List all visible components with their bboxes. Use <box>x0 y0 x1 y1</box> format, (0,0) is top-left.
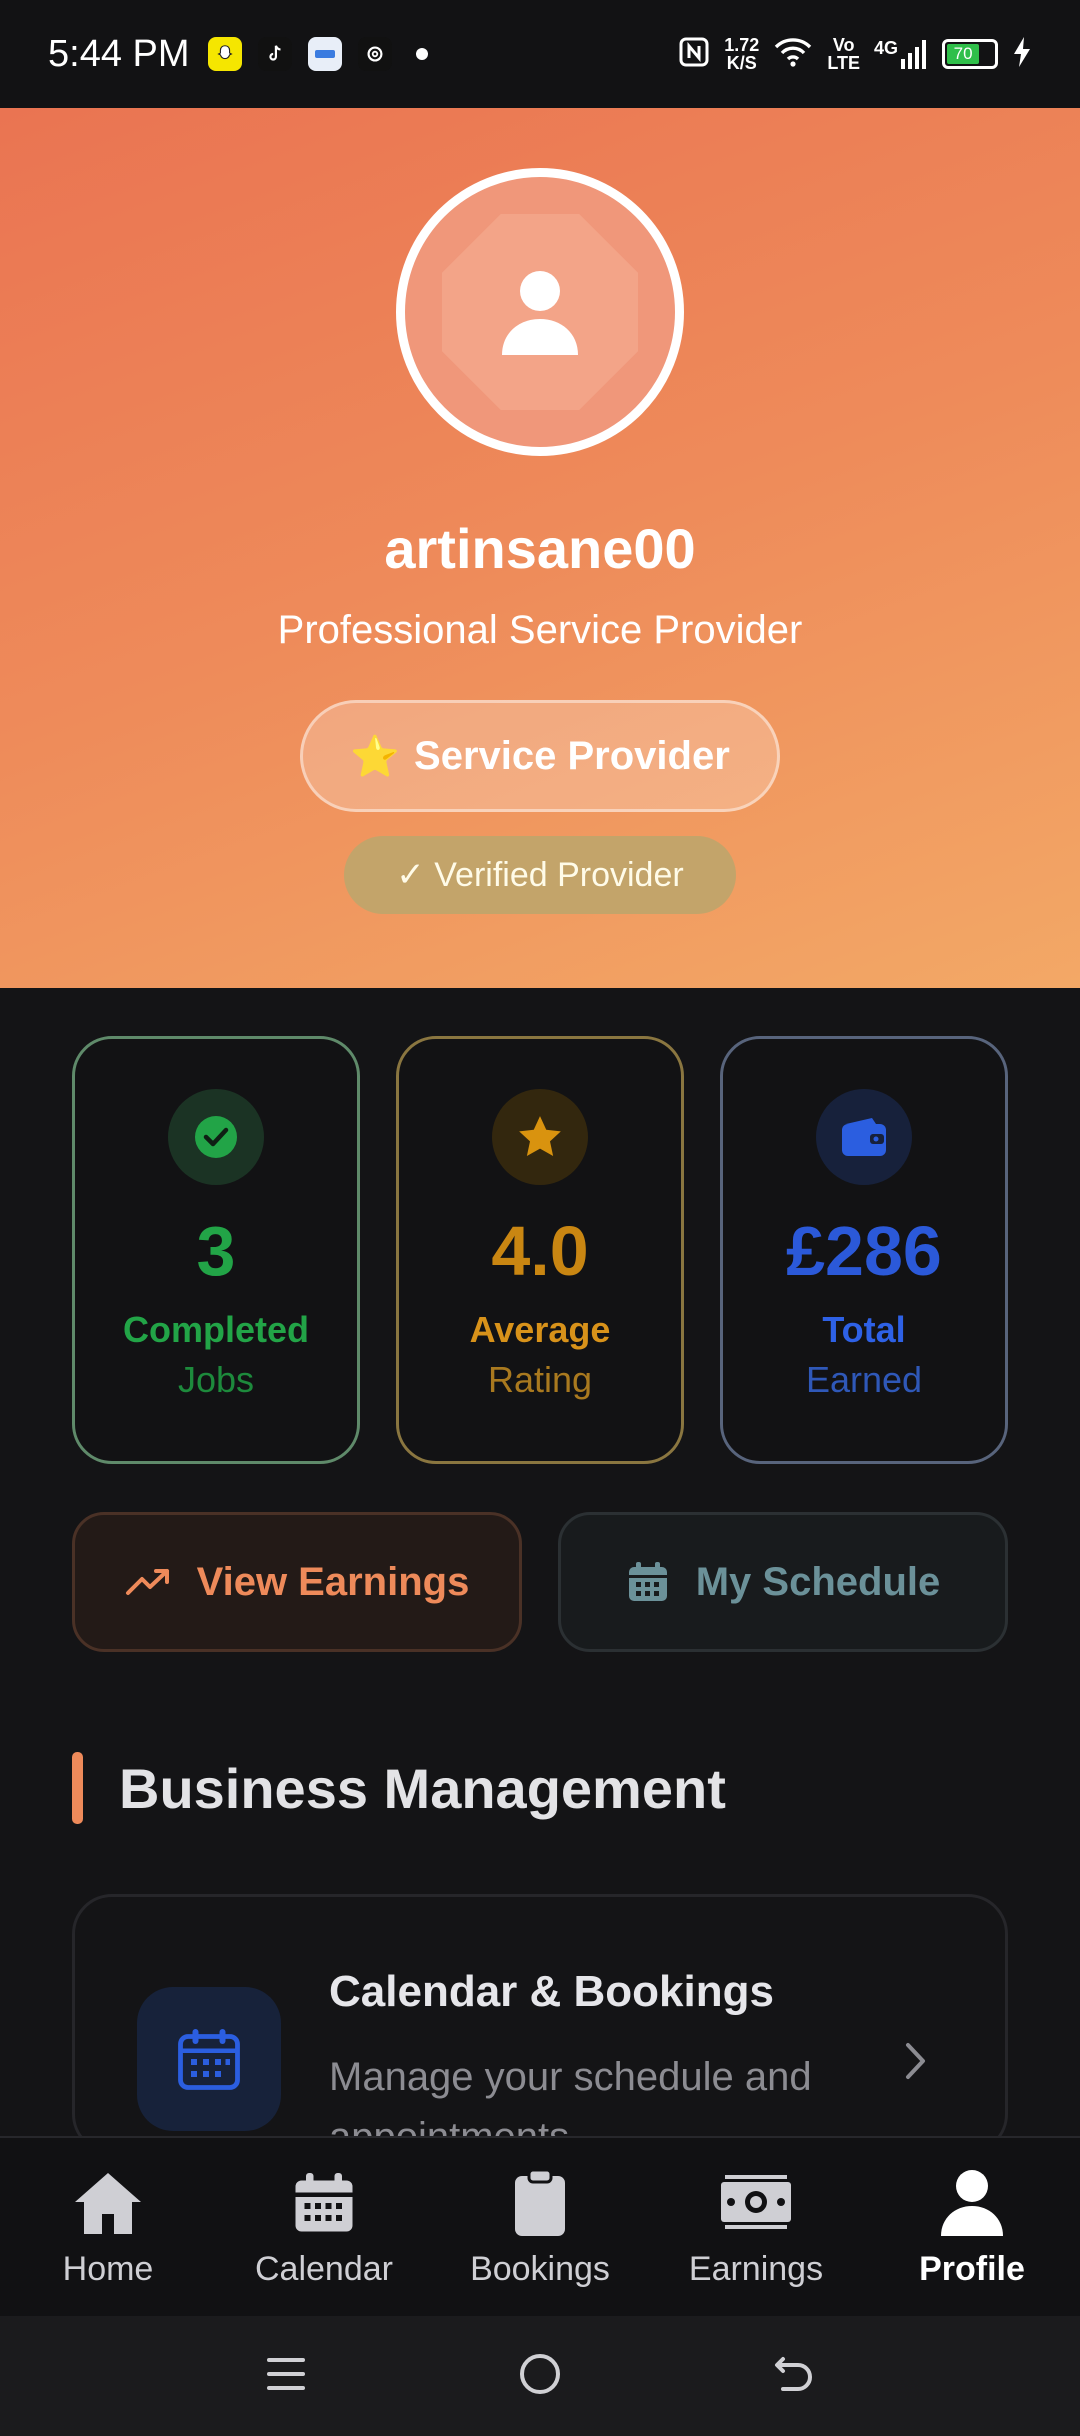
stat-card-average-rating[interactable]: 4.0 Average Rating <box>396 1036 684 1464</box>
view-earnings-button[interactable]: View Earnings <box>72 1512 522 1652</box>
my-schedule-button[interactable]: My Schedule <box>558 1512 1008 1652</box>
snapchat-icon <box>207 37 242 71</box>
nav-profile[interactable]: Profile <box>864 2138 1080 2316</box>
stat-value: 3 <box>196 1212 236 1290</box>
app-icon <box>307 37 342 71</box>
view-earnings-label: View Earnings <box>196 1559 470 1604</box>
nav-calendar[interactable]: Calendar <box>216 2138 432 2316</box>
stat-label: Completed <box>122 1309 309 1350</box>
section-accent-bar <box>72 1752 83 1824</box>
charging-icon <box>1012 36 1032 73</box>
stat-card-completed-jobs[interactable]: 3 Completed Jobs <box>72 1036 360 1464</box>
star-icon <box>492 1089 588 1185</box>
star-emoji-icon: ⭐ <box>350 734 401 779</box>
nav-label: Earnings <box>688 2249 824 2288</box>
stat-label: Average <box>469 1309 611 1350</box>
stat-sublabel: Earned <box>805 1359 923 1400</box>
stat-sublabel: Jobs <box>177 1359 255 1400</box>
stat-card-total-earned[interactable]: £286 Total Earned <box>720 1036 1008 1464</box>
avatar[interactable] <box>396 168 684 456</box>
calendar-icon <box>137 1987 281 2131</box>
trending-up-icon <box>125 1569 169 1595</box>
profile-header: artinsane00 Professional Service Provide… <box>0 108 1080 988</box>
stat-value: £286 <box>786 1212 942 1290</box>
check-circle-icon <box>168 1089 264 1185</box>
nav-earnings[interactable]: Earnings <box>648 2138 864 2316</box>
signal-icon: 4G <box>874 39 928 69</box>
username: artinsane00 <box>384 517 696 580</box>
menu-icon[interactable] <box>265 2354 307 2399</box>
stat-sublabel: Rating <box>487 1359 593 1400</box>
nav-home[interactable]: Home <box>0 2138 216 2316</box>
home-circle-icon[interactable] <box>518 2352 562 2401</box>
verified-badge-label: ✓ Verified Provider <box>396 856 684 894</box>
volte-indicator: Vo LTE <box>827 35 860 73</box>
wifi-icon <box>773 36 813 73</box>
section-title: Business Management <box>119 1756 726 1820</box>
nav-label: Profile <box>919 2249 1025 2288</box>
clipboard-icon <box>513 2166 567 2240</box>
money-icon <box>719 2166 793 2240</box>
battery-icon: 70 <box>942 39 998 69</box>
menu-item-title: Calendar & Bookings <box>329 1967 774 2016</box>
stat-value: 4.0 <box>491 1212 589 1290</box>
home-icon <box>73 2166 143 2240</box>
status-bar: 5:44 PM 1.72 K/S Vo LTE 4G 70 <box>0 0 1080 108</box>
quick-actions: View Earnings My Schedule <box>72 1512 1008 1652</box>
profile-subtitle: Professional Service Provider <box>277 608 803 652</box>
wallet-icon <box>816 1089 912 1185</box>
nfc-icon <box>678 36 710 73</box>
menu-item-calendar-bookings[interactable]: Calendar & Bookings Manage your schedule… <box>72 1894 1008 2154</box>
my-schedule-label: My Schedule <box>695 1559 941 1604</box>
role-badge: ⭐ Service Provider <box>300 700 780 812</box>
calendar-icon <box>628 1562 667 1601</box>
role-badge-label: Service Provider <box>414 733 730 778</box>
status-time: 5:44 PM <box>48 32 190 75</box>
stats-row: 3 Completed Jobs 4.0 Average Rating £286… <box>72 1036 1008 1464</box>
stat-label: Total <box>822 1309 906 1350</box>
bottom-navigation: Home Calendar Bookings Earnings Profile <box>0 2136 1080 2316</box>
nav-label: Bookings <box>470 2249 610 2288</box>
nav-bookings[interactable]: Bookings <box>432 2138 648 2316</box>
notification-dot <box>415 48 428 60</box>
avatar-placeholder <box>442 214 638 410</box>
nav-label: Home <box>62 2249 154 2288</box>
system-navigation-bar <box>0 2316 1080 2436</box>
user-icon <box>502 271 578 355</box>
back-icon[interactable] <box>773 2353 815 2400</box>
threads-icon <box>357 37 392 71</box>
tiktok-icon <box>257 37 292 71</box>
section-header: Business Management <box>72 1752 726 1824</box>
nav-label: Calendar <box>255 2249 393 2288</box>
calendar-icon <box>291 2166 357 2240</box>
chevron-right-icon <box>903 2041 929 2086</box>
verified-badge: ✓ Verified Provider <box>344 836 736 914</box>
user-icon <box>939 2166 1005 2240</box>
network-speed: 1.72 K/S <box>724 35 760 73</box>
